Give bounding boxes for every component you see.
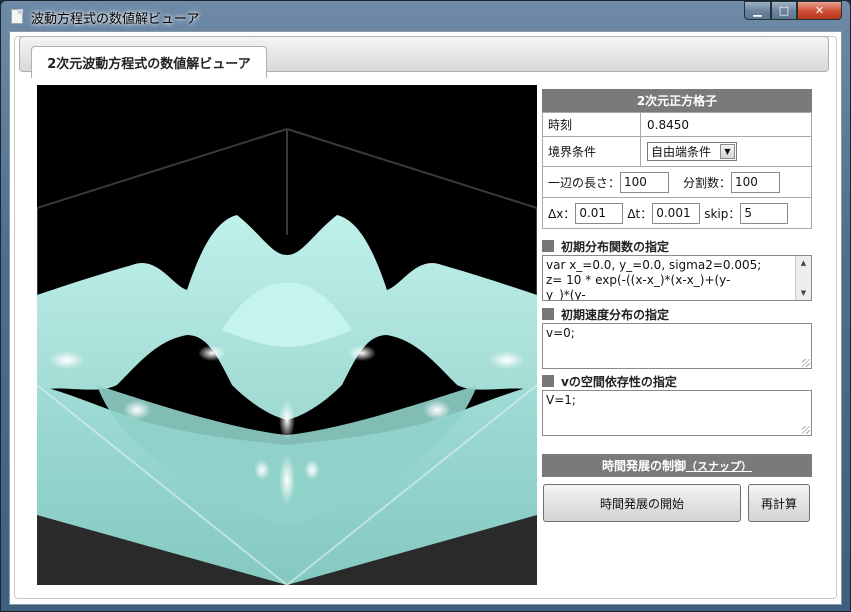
scroll-down-icon[interactable]: ▼ — [796, 286, 811, 300]
code-line: V=1; — [546, 393, 576, 407]
initial-distribution-textarea[interactable]: var x_=0.0, y_=0.0, sigma2=0.005; z= 10 … — [542, 255, 812, 301]
dx-input[interactable]: 0.01 — [575, 202, 624, 224]
maximize-button[interactable]: □ — [771, 1, 797, 20]
dt-label: Δt： — [627, 206, 653, 221]
skip-input[interactable]: 5 — [740, 202, 789, 224]
dx-label: Δx： — [548, 206, 576, 221]
time-row: 時刻 0.8450 — [543, 112, 811, 136]
control-buttons: 時間発展の開始 再計算 — [542, 484, 812, 522]
boundary-select-value: 自由端条件 — [651, 145, 712, 159]
dt-input[interactable]: 0.001 — [652, 202, 701, 224]
close-button[interactable]: ✕ — [797, 1, 842, 20]
caption-buttons: ▁ □ ✕ — [744, 1, 842, 21]
boundary-select[interactable]: 自由端条件 ▼ — [647, 142, 737, 161]
document-icon — [11, 9, 23, 24]
code-line: var x_=0.0, y_=0.0, sigma2=0.005; — [546, 258, 762, 272]
side-length-input[interactable]: 100 — [620, 171, 670, 193]
v-spatial-heading: vの空間依存性の指定 — [542, 372, 812, 390]
v-spatial-label: vの空間依存性の指定 — [561, 374, 677, 389]
v-spatial-textarea[interactable]: V=1; — [542, 390, 812, 436]
boundary-row: 境界条件 自由端条件 ▼ — [543, 136, 811, 166]
resize-grip-icon[interactable] — [802, 359, 810, 367]
minimize-button[interactable]: ▁ — [744, 1, 771, 20]
time-label: 時刻 — [543, 113, 641, 136]
time-control-label: 時間発展の制御 — [601, 459, 686, 473]
divisions-input[interactable]: 100 — [731, 171, 781, 193]
size-row: 一辺の長さ： 100 分割数： 100 — [543, 166, 811, 197]
wave-surface-render — [37, 128, 537, 585]
initial-velocity-heading: 初期速度分布の指定 — [542, 305, 812, 323]
code-line: v=0; — [546, 326, 575, 340]
tab-wave-viewer[interactable]: 2次元波動方程式の数値解ビューア — [31, 46, 267, 78]
control-panel: 2次元正方格子 時刻 0.8450 境界条件 自由端条件 ▼ 一辺の長さ： 10… — [542, 89, 812, 522]
snap-link[interactable]: （スナップ） — [686, 458, 752, 474]
initial-distribution-label: 初期分布関数の指定 — [561, 239, 670, 254]
boundary-label: 境界条件 — [543, 137, 641, 166]
code-line: z= 10 * exp(-((x-x_)*(x-x_)+(y- — [546, 273, 731, 287]
tab-bar: 2次元波動方程式の数値解ビューア — [19, 36, 829, 78]
window-title: 波動方程式の数値解ビューア — [31, 12, 200, 27]
recalculate-button[interactable]: 再計算 — [748, 484, 810, 522]
initial-distribution-heading: 初期分布関数の指定 — [542, 237, 812, 255]
step-row: Δx： 0.01 Δt： 0.001 skip： 5 — [543, 197, 811, 228]
square-icon — [542, 308, 554, 320]
divisions-label: 分割数： — [683, 175, 732, 190]
initial-velocity-textarea[interactable]: v=0; — [542, 323, 812, 369]
title-bar[interactable]: 波動方程式の数値解ビューア ▁ □ ✕ — [1, 1, 850, 31]
start-evolution-button[interactable]: 時間発展の開始 — [543, 484, 741, 522]
vertical-scrollbar[interactable]: ▲ ▼ — [795, 256, 811, 300]
time-control-header: 時間発展の制御 （スナップ） — [542, 454, 812, 477]
3d-viewport[interactable] — [37, 85, 537, 585]
lattice-params: 時刻 0.8450 境界条件 自由端条件 ▼ 一辺の長さ： 100 分割数： 1… — [542, 112, 812, 229]
time-value: 0.8450 — [647, 117, 689, 132]
lattice-header: 2次元正方格子 — [542, 89, 812, 112]
square-icon — [542, 240, 554, 252]
initial-velocity-label: 初期速度分布の指定 — [561, 307, 670, 322]
square-icon — [542, 375, 554, 387]
scroll-up-icon[interactable]: ▲ — [796, 256, 811, 270]
skip-label: skip： — [704, 206, 741, 221]
side-length-label: 一辺の長さ： — [548, 175, 621, 190]
code-line: y_)*(y- — [546, 288, 586, 301]
chevron-down-icon[interactable]: ▼ — [720, 144, 735, 159]
app-window: 波動方程式の数値解ビューア ▁ □ ✕ 2次元波動方程式の数値解ビューア 2次元… — [0, 0, 851, 612]
resize-grip-icon[interactable] — [802, 426, 810, 434]
